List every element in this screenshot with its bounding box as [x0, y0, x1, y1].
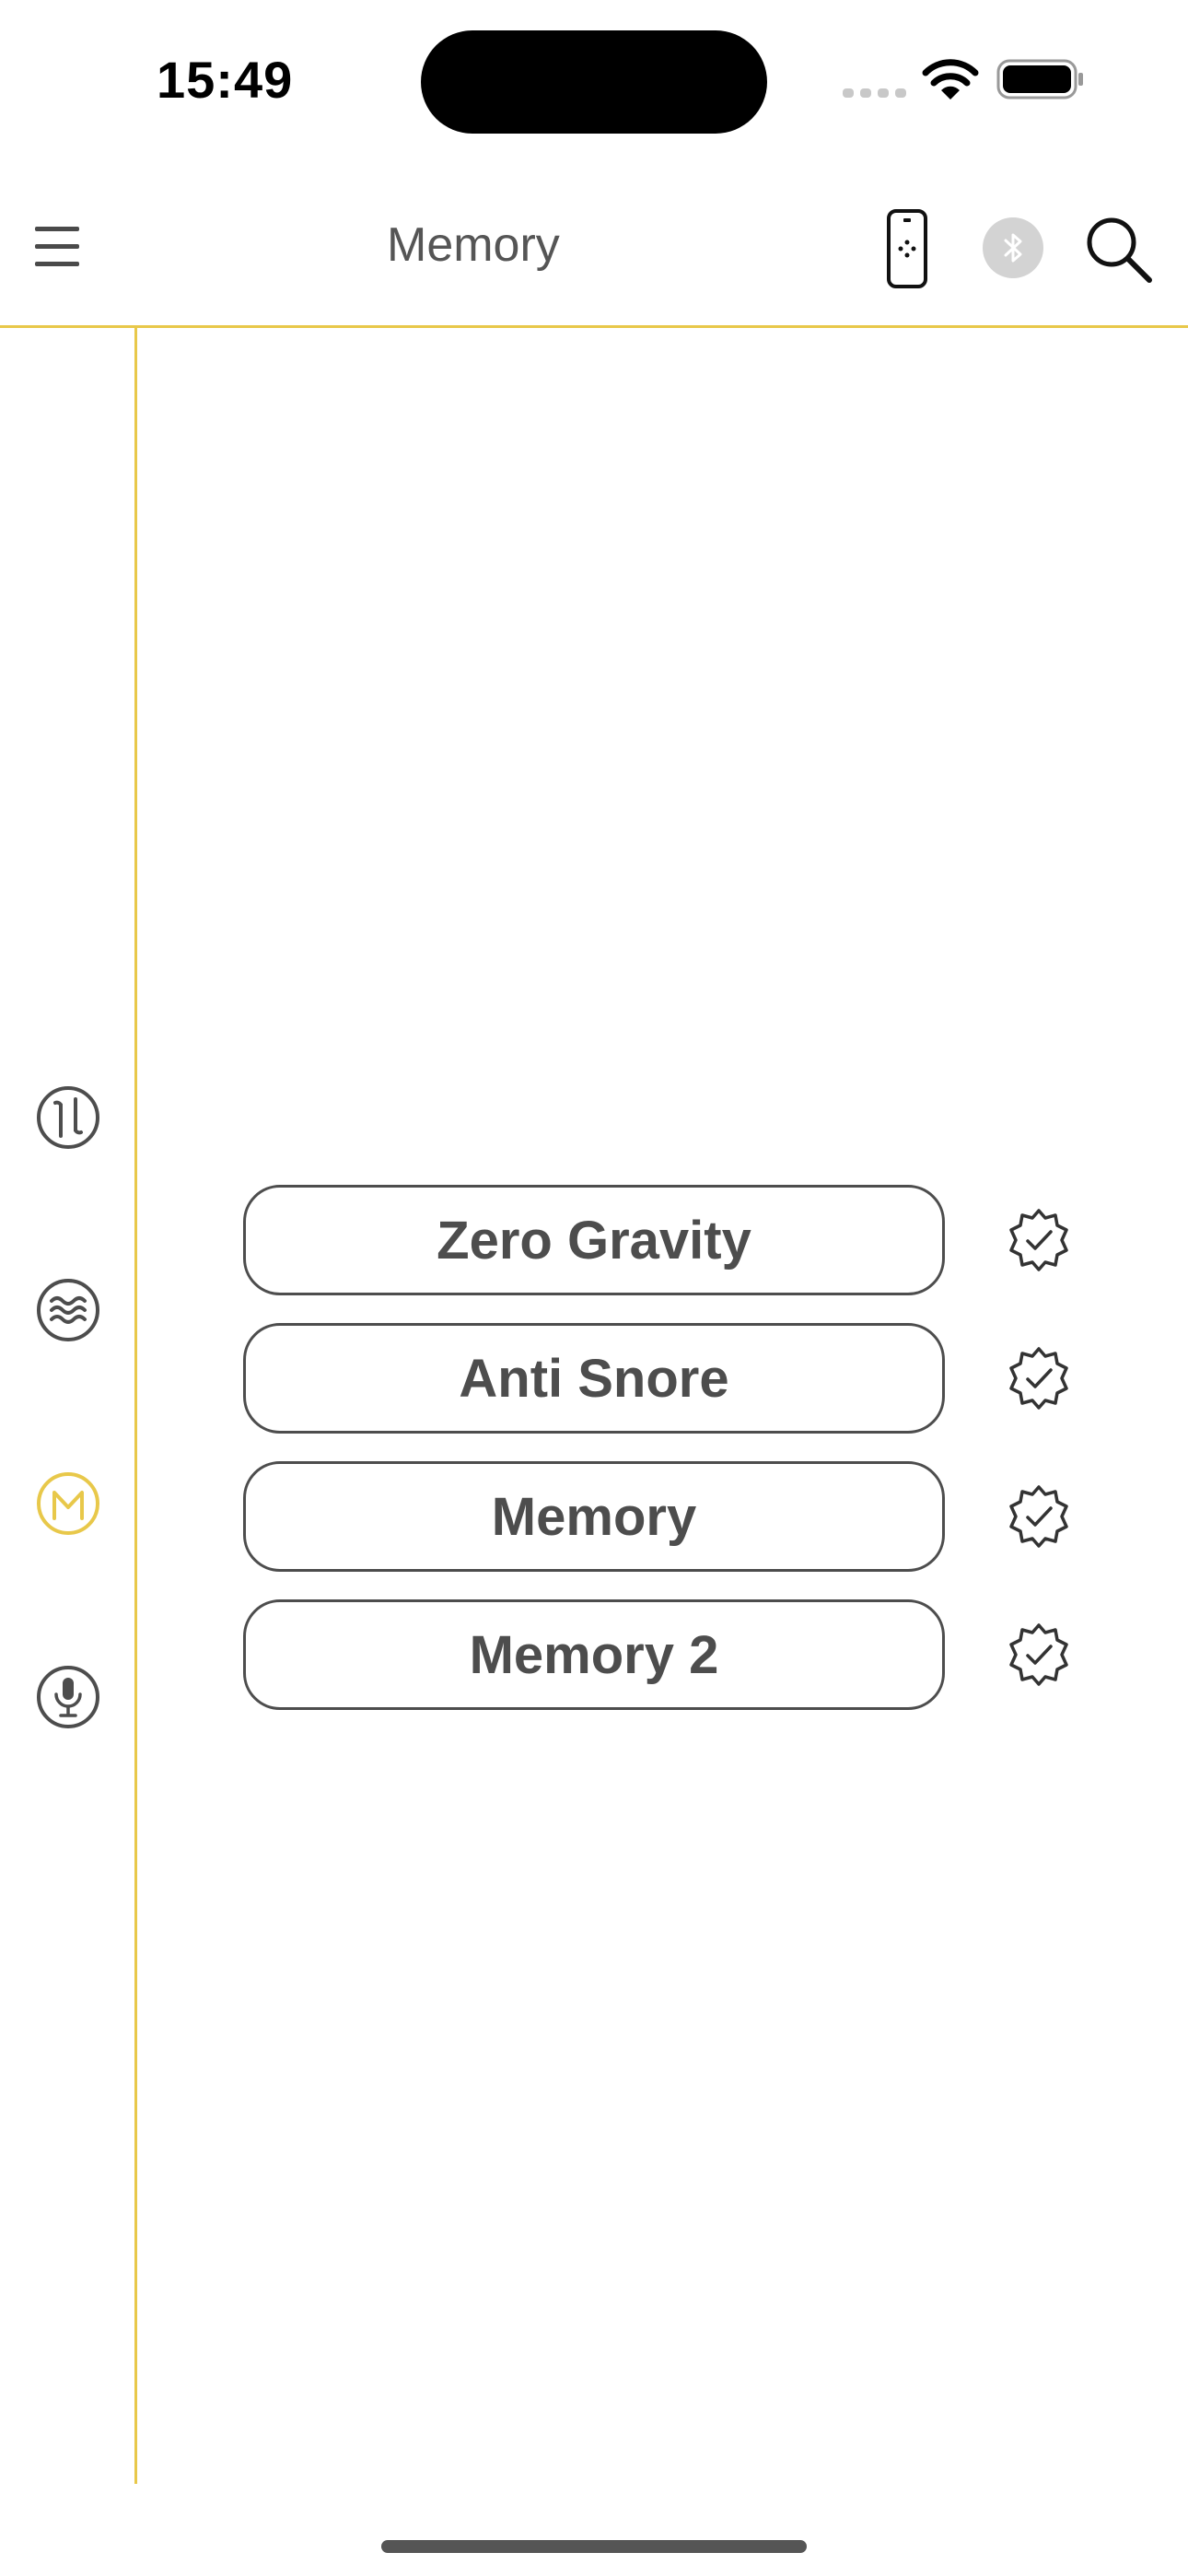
bluetooth-icon[interactable] — [983, 217, 1043, 278]
status-time: 15:49 — [157, 51, 294, 109]
signal-dots-icon — [843, 88, 906, 98]
header-bar: Memory — [0, 166, 1188, 328]
save-verified-icon[interactable] — [1005, 1344, 1073, 1412]
hamburger-menu-icon[interactable] — [35, 227, 79, 267]
save-verified-icon[interactable] — [1005, 1482, 1073, 1551]
memory-button-anti-snore[interactable]: Anti Snore — [243, 1323, 945, 1434]
memory-row-anti-snore: Anti Snore — [243, 1323, 1072, 1434]
dynamic-island — [421, 30, 767, 134]
remote-control-icon[interactable] — [879, 207, 935, 290]
massage-wave-icon[interactable] — [35, 1277, 101, 1343]
sidebar-divider — [134, 328, 137, 2484]
save-verified-icon[interactable] — [1005, 1621, 1073, 1689]
search-icon[interactable] — [1083, 214, 1153, 284]
screen: 15:49 Memory Zero Gravity Anti Snore Mem… — [0, 0, 1188, 2576]
flat-incline-icon[interactable] — [35, 1084, 101, 1151]
memory-button-memory-2[interactable]: Memory 2 — [243, 1599, 945, 1710]
home-indicator[interactable] — [381, 2540, 807, 2553]
page-title: Memory — [387, 218, 560, 272]
memory-m-icon[interactable] — [35, 1470, 101, 1537]
battery-icon — [996, 59, 1083, 100]
memory-button-memory[interactable]: Memory — [243, 1461, 945, 1572]
microphone-icon[interactable] — [35, 1664, 101, 1730]
memory-row-zero-gravity: Zero Gravity — [243, 1185, 1072, 1295]
wifi-icon — [922, 59, 979, 100]
memory-row-memory-2: Memory 2 — [243, 1599, 1072, 1710]
save-verified-icon[interactable] — [1005, 1206, 1073, 1274]
memory-row-memory: Memory — [243, 1461, 1072, 1572]
memory-button-zero-gravity[interactable]: Zero Gravity — [243, 1185, 945, 1295]
